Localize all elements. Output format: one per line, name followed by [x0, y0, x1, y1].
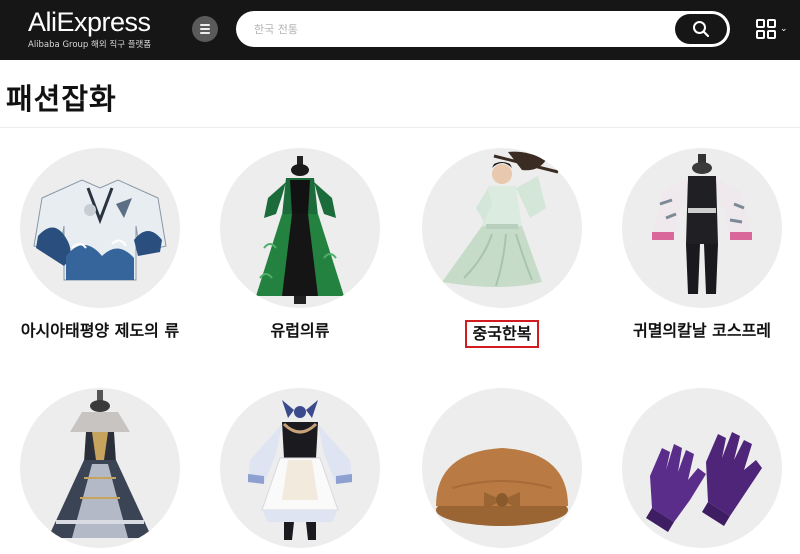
category-image: [20, 388, 180, 548]
chevron-down-icon: ⌄: [780, 24, 788, 34]
category-item-lolita-dress[interactable]: [0, 380, 200, 554]
category-item-european-clothing[interactable]: 유럽의류: [200, 140, 400, 370]
logo-text: AliExpress: [28, 7, 151, 37]
beret-hat-icon: [436, 448, 568, 526]
search-input[interactable]: [254, 19, 654, 39]
logo-subtitle: Alibaba Group 해외 직구 플랫폼: [28, 40, 152, 50]
category-item-asia-pacific[interactable]: 아시아태평양 제도의 류: [0, 140, 200, 370]
maid-costume-icon: [248, 400, 352, 540]
category-label: 아시아태평양 제도의 류: [20, 321, 180, 340]
kimono-jacket-icon: [33, 179, 167, 281]
category-item-maid-costume[interactable]: [200, 380, 400, 554]
category-item-demon-slayer-cosplay[interactable]: 귀멸의칼날 코스프레: [602, 140, 800, 370]
qr-code-icon: [756, 19, 776, 39]
category-label: 유럽의류: [270, 321, 330, 340]
category-item-beret-hat[interactable]: [402, 380, 602, 554]
qr-code-button[interactable]: ⌄: [756, 16, 790, 42]
category-image: [622, 148, 782, 308]
victorian-gown-icon: [256, 156, 344, 304]
hanfu-dress-icon: [442, 151, 559, 287]
category-image: [422, 388, 582, 548]
search-bar: [236, 11, 730, 47]
category-label: 귀멸의칼날 코스프레: [632, 321, 772, 340]
aliexpress-logo[interactable]: AliExpress Alibaba Group 해외 직구 플랫폼: [28, 6, 198, 51]
highlighted-label-text: 중국한복: [464, 320, 540, 348]
category-label-highlighted: 중국한복: [402, 320, 602, 348]
menu-button[interactable]: [192, 16, 218, 42]
category-image: [20, 148, 180, 308]
search-button[interactable]: [675, 14, 727, 44]
knit-gloves-icon: [646, 432, 762, 532]
search-icon: [693, 21, 710, 38]
category-image: [422, 148, 582, 308]
divider: [0, 127, 800, 128]
category-image: [220, 388, 380, 548]
top-navigation-bar: AliExpress Alibaba Group 해외 직구 플랫폼 ⌄: [0, 0, 800, 60]
category-image: [622, 388, 782, 548]
category-image: [220, 148, 380, 308]
cosplay-haori-icon: [652, 154, 752, 294]
page-title: 패션잡화: [6, 82, 117, 116]
menu-icon: [200, 24, 210, 34]
category-item-knit-gloves[interactable]: [602, 380, 800, 554]
category-item-chinese-hanbok[interactable]: 중국한복: [402, 140, 602, 370]
lolita-dress-icon: [48, 390, 152, 538]
